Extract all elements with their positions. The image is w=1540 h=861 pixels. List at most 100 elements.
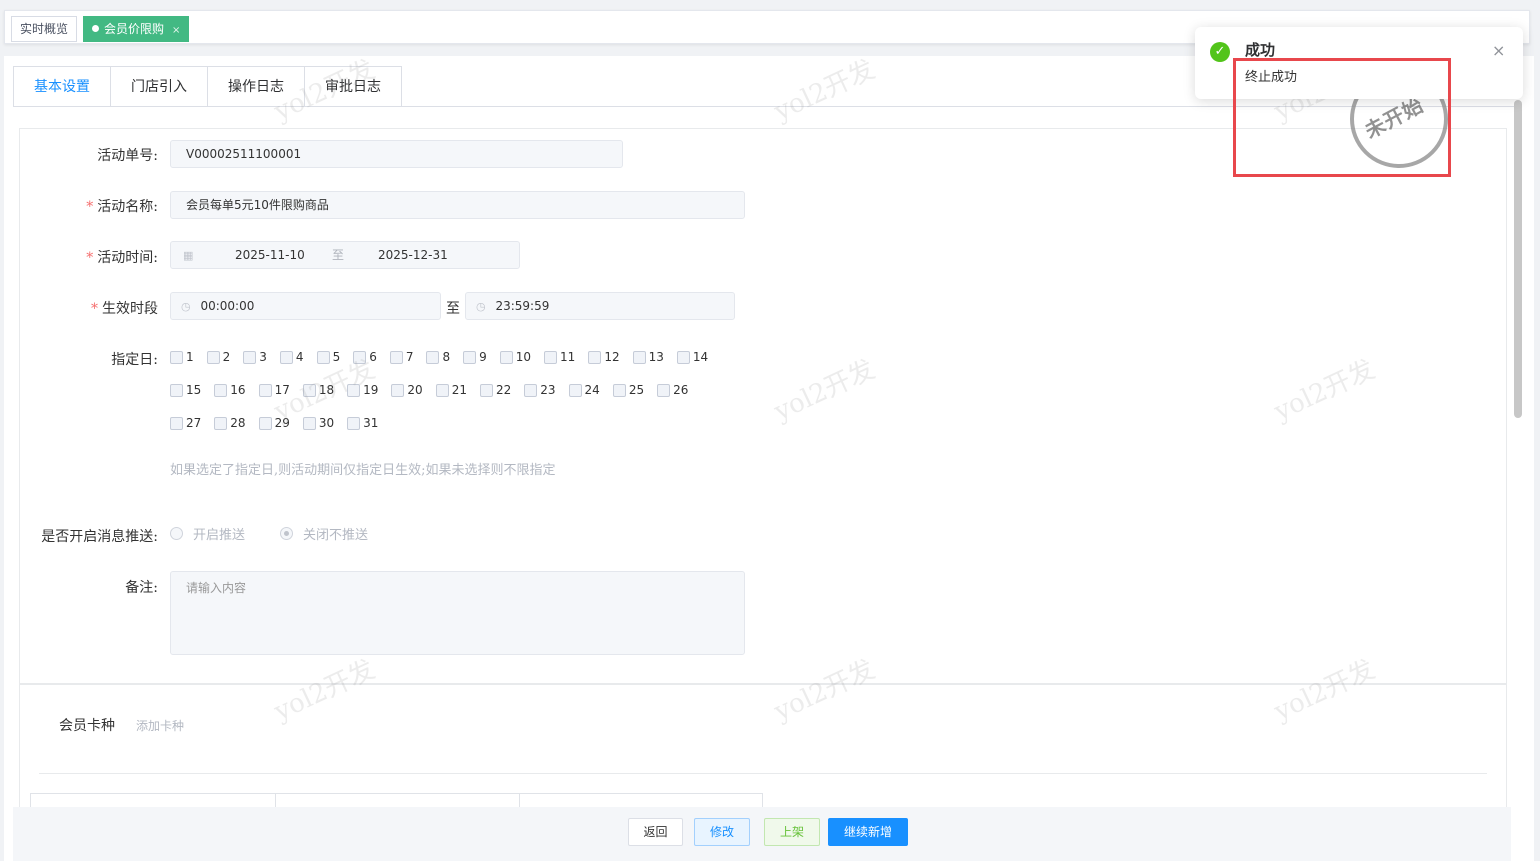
close-icon[interactable]: ×: [172, 25, 180, 36]
period-end-value: 23:59:59: [495, 299, 550, 313]
edit-button[interactable]: 修改: [694, 818, 750, 846]
checkbox-label: 9: [479, 350, 487, 364]
day-checkbox-24[interactable]: 24: [568, 382, 600, 398]
checkbox-box: [347, 416, 361, 430]
tab-operation-log[interactable]: 操作日志: [208, 66, 305, 107]
checkbox-box: [499, 350, 513, 364]
continue-add-button[interactable]: 继续新增: [828, 818, 908, 846]
label-text: 生效时段: [102, 301, 158, 317]
day-checkbox-26[interactable]: 26: [657, 382, 688, 398]
label-text: 活动时间:: [97, 250, 158, 266]
day-checkbox-20[interactable]: 20: [391, 382, 423, 398]
day-checkbox-17[interactable]: 17: [258, 382, 290, 398]
checkbox-box: [258, 416, 272, 430]
tab-approval-log[interactable]: 审批日志: [305, 66, 402, 107]
shelve-button[interactable]: 上架: [764, 818, 820, 846]
radio-label: 开启推送: [193, 528, 246, 543]
radio-push-on[interactable]: 开启推送: [170, 524, 245, 543]
clock-icon: ◷: [476, 300, 486, 313]
day-checkbox-12[interactable]: 12: [588, 349, 620, 365]
day-checkbox-4[interactable]: 4: [279, 349, 304, 365]
remark-label: 备注:: [125, 580, 158, 596]
checkbox-box: [632, 350, 646, 364]
checkbox-box: [243, 350, 257, 364]
day-checkbox-23[interactable]: 23: [524, 382, 556, 398]
checkbox-label: 5: [332, 350, 341, 364]
tab-basic-settings[interactable]: 基本设置: [13, 66, 111, 107]
date-end: 2025-12-31: [378, 248, 448, 262]
day-checkbox-1[interactable]: 1: [170, 349, 194, 365]
day-checkbox-31[interactable]: 31: [347, 415, 378, 431]
table-col-divider: [275, 794, 276, 808]
checkbox-label: 1: [186, 350, 194, 364]
day-checkbox-14[interactable]: 14: [676, 349, 708, 365]
period-separator: 至: [446, 301, 460, 317]
close-icon[interactable]: ×: [1492, 41, 1505, 60]
day-checkbox-21[interactable]: 21: [435, 382, 467, 398]
checkbox-box: [316, 350, 330, 364]
days-hint: 如果选定了指定日,则活动期间仅指定日生效;如果未选择则不限指定: [170, 463, 556, 478]
order-no-field: V00002511100001: [170, 140, 623, 168]
checkbox-label: 15: [186, 383, 202, 397]
day-checkbox-18[interactable]: 18: [302, 382, 335, 398]
activity-time-label: * 活动时间:: [60, 247, 158, 267]
radio-circle: [170, 527, 183, 540]
day-checkbox-13[interactable]: 13: [632, 349, 664, 365]
tag-member-price-limit[interactable]: 会员价限购 ×: [83, 16, 190, 42]
radio-push-off[interactable]: 关闭不推送: [280, 524, 368, 543]
day-checkbox-7[interactable]: 7: [389, 349, 413, 365]
active-dot-icon: [92, 25, 99, 32]
day-checkbox-3[interactable]: 3: [243, 349, 267, 365]
remark-textarea[interactable]: 请输入内容: [170, 571, 745, 655]
checkbox-label: 25: [628, 383, 645, 397]
day-checkbox-29[interactable]: 29: [258, 415, 290, 431]
checkbox-label: 17: [274, 383, 290, 397]
checkbox-box: [170, 350, 183, 364]
checkbox-box: [588, 350, 602, 364]
day-checkbox-5[interactable]: 5: [316, 349, 341, 365]
checkbox-label: 11: [560, 350, 576, 364]
effective-period-label: * 生效时段: [60, 298, 158, 318]
day-checkbox-8[interactable]: 8: [426, 349, 450, 365]
tab-store-import[interactable]: 门店引入: [111, 66, 208, 107]
checkbox-box: [676, 350, 690, 364]
checkbox-label: 31: [363, 416, 379, 430]
day-checkbox-25[interactable]: 25: [612, 382, 645, 398]
add-card-link[interactable]: 添加卡种: [136, 717, 184, 734]
checkbox-label: 20: [407, 383, 423, 397]
day-checkbox-11[interactable]: 11: [544, 349, 575, 365]
notification-title: 成功: [1245, 41, 1276, 59]
day-checkbox-22[interactable]: 22: [479, 382, 511, 398]
checkbox-label: 8: [442, 350, 451, 364]
checkbox-label: 2: [222, 350, 231, 364]
back-button[interactable]: 返回: [628, 818, 683, 846]
table-col-divider: [519, 794, 520, 808]
period-start-value: 00:00:00: [200, 299, 255, 313]
checkbox-box: [170, 383, 183, 397]
checkbox-label: 18: [318, 383, 335, 397]
tag-overview[interactable]: 实时概览: [11, 16, 78, 42]
days-row-3: 27 28 29 30 31: [170, 415, 391, 431]
checkbox-box: [214, 383, 228, 397]
day-checkbox-16[interactable]: 16: [214, 382, 246, 398]
checkbox-label: 12: [604, 350, 620, 364]
day-checkbox-15[interactable]: 15: [170, 382, 201, 398]
day-checkbox-30[interactable]: 30: [302, 415, 334, 431]
checkbox-box: [389, 350, 403, 364]
day-checkbox-19[interactable]: 19: [347, 382, 378, 398]
day-checkbox-27[interactable]: 27: [170, 415, 201, 431]
checkbox-label: 6: [369, 350, 377, 364]
checkbox-box: [657, 383, 671, 397]
radio-circle: [280, 527, 293, 540]
day-checkbox-28[interactable]: 28: [214, 415, 246, 431]
checkbox-box: [463, 350, 477, 364]
day-checkbox-9[interactable]: 9: [463, 349, 487, 365]
checkbox-label: 23: [540, 383, 556, 397]
day-checkbox-10[interactable]: 10: [499, 349, 531, 365]
days-row-1: 1 2 3 4 5 6 7 8 9 10 11 12 13 14: [170, 349, 721, 365]
day-checkbox-2[interactable]: 2: [206, 349, 231, 365]
day-checkbox-6[interactable]: 6: [353, 349, 377, 365]
vertical-scrollbar[interactable]: [1514, 100, 1522, 418]
checkbox-box: [279, 350, 293, 364]
specified-days-label: 指定日:: [111, 352, 158, 368]
